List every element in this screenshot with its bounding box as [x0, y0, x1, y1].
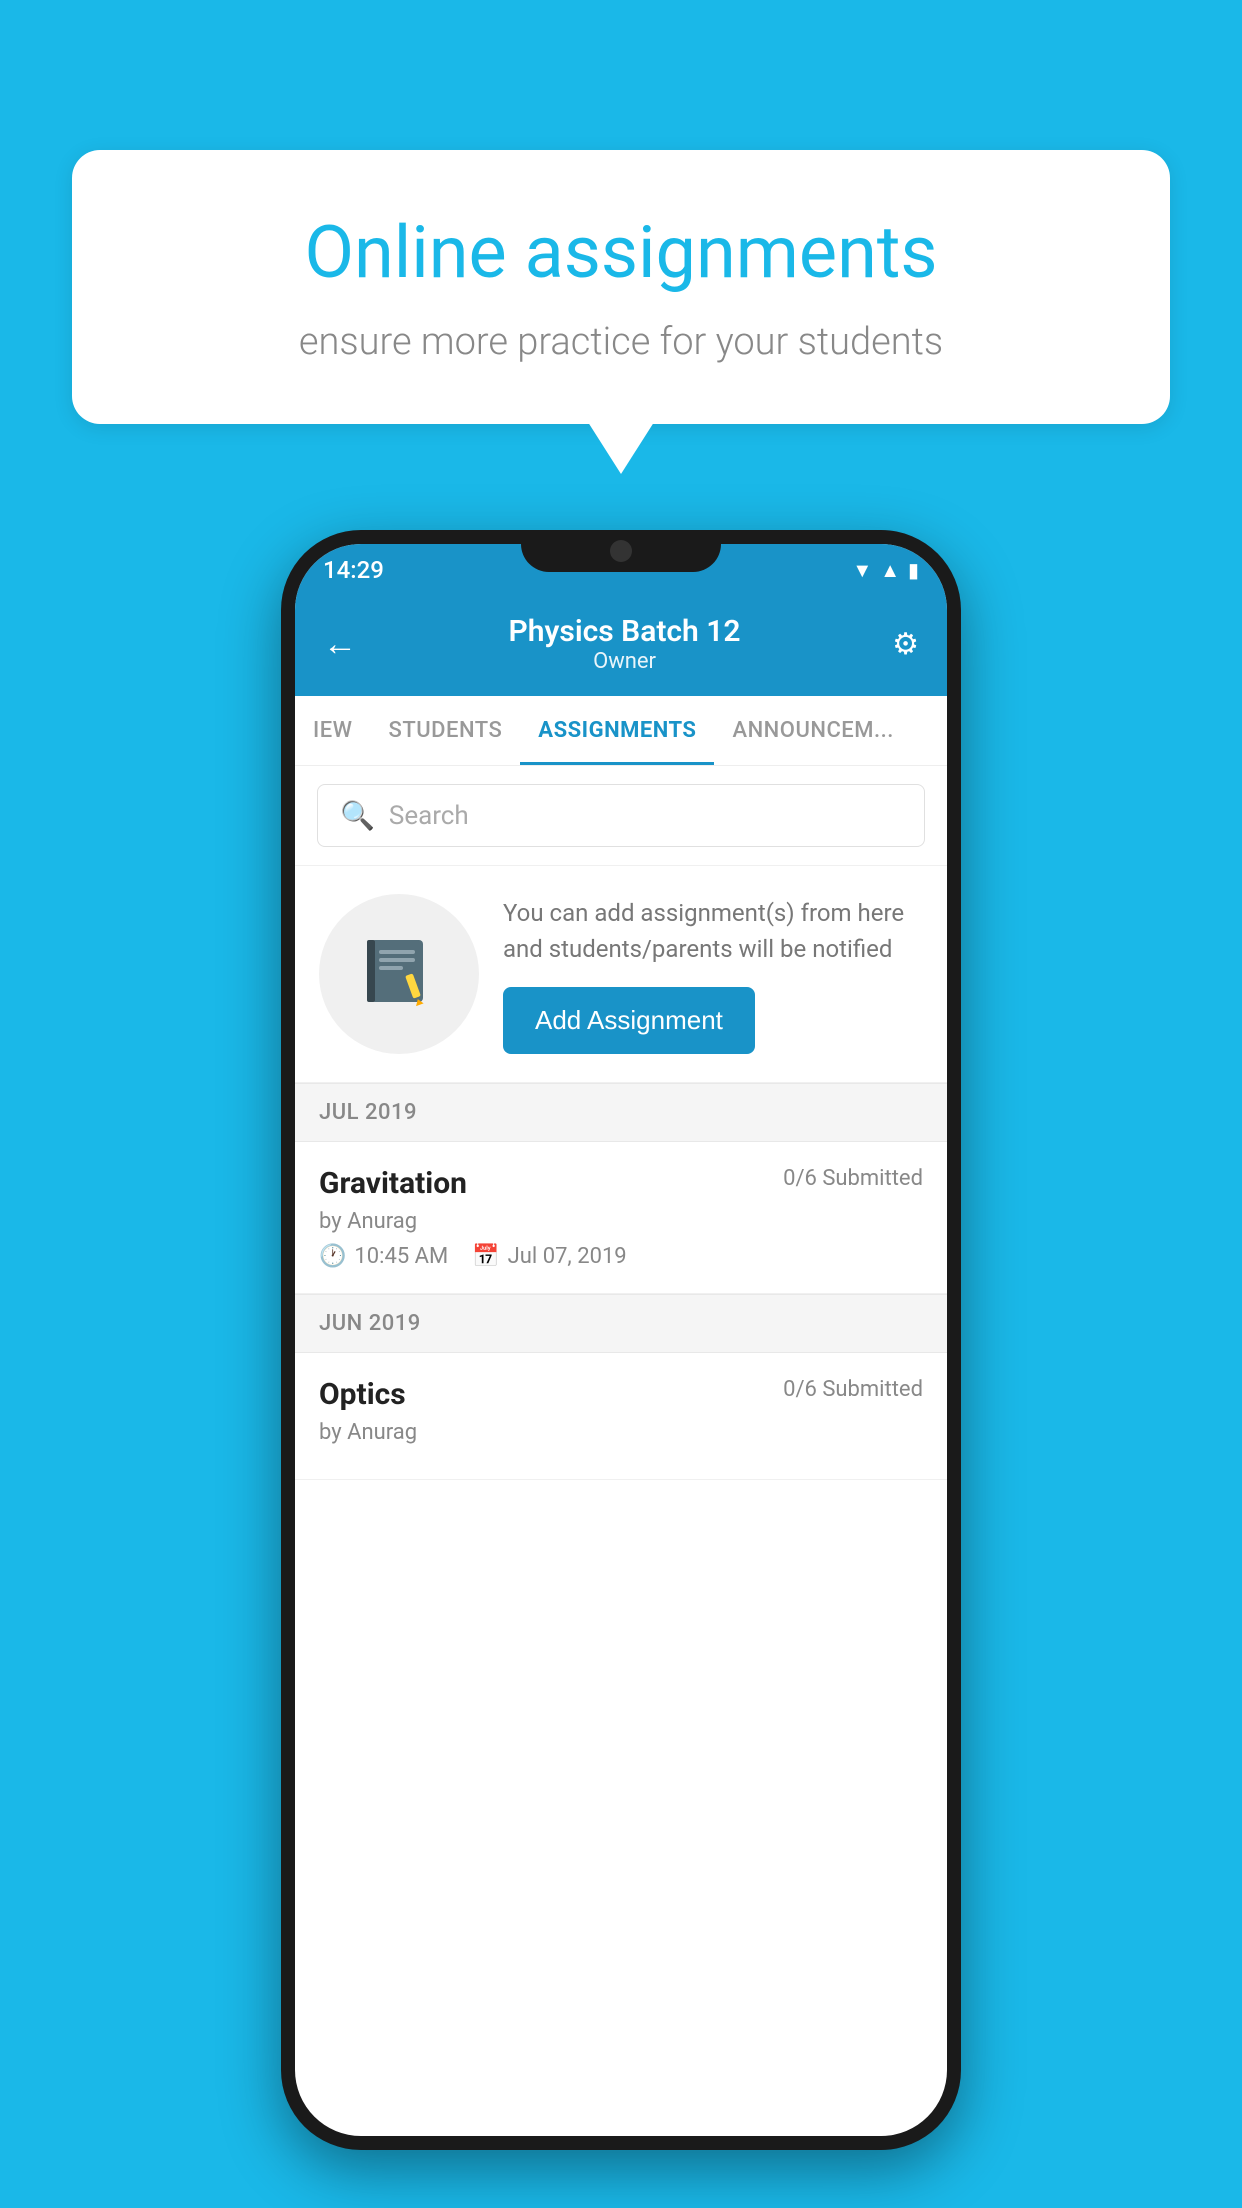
add-assignment-button[interactable]: Add Assignment — [503, 987, 755, 1054]
assignment-author-gravitation: by Anurag — [319, 1209, 923, 1234]
search-placeholder: Search — [389, 801, 469, 831]
promo-content: You can add assignment(s) from here and … — [503, 895, 923, 1054]
header-title: Physics Batch 12 — [509, 614, 741, 649]
header-subtitle: Owner — [509, 649, 741, 674]
phone-camera — [610, 540, 632, 562]
signal-icon: ▲ — [880, 558, 900, 583]
section-header-jun-label: JUN 2019 — [319, 1311, 421, 1336]
assignment-title-optics: Optics — [319, 1377, 406, 1412]
calendar-icon: 📅 — [472, 1244, 499, 1269]
assignment-date-value: Jul 07, 2019 — [508, 1244, 627, 1269]
speech-bubble: Online assignments ensure more practice … — [72, 150, 1170, 424]
tab-assignments[interactable]: ASSIGNMENTS — [520, 696, 714, 765]
status-time: 14:29 — [323, 556, 384, 584]
section-header-jul: JUL 2019 — [295, 1083, 947, 1142]
speech-bubble-title: Online assignments — [144, 210, 1098, 296]
tab-students[interactable]: STUDENTS — [371, 696, 521, 765]
assignment-submitted-optics: 0/6 Submitted — [783, 1377, 923, 1402]
assignment-item-optics[interactable]: Optics 0/6 Submitted by Anurag — [295, 1353, 947, 1480]
status-icons: ▼ ▲ ▮ — [852, 558, 919, 583]
assignment-submitted-gravitation: 0/6 Submitted — [783, 1166, 923, 1191]
assignment-author-optics: by Anurag — [319, 1420, 923, 1445]
speech-bubble-container: Online assignments ensure more practice … — [72, 150, 1170, 424]
phone-frame: 14:29 ▼ ▲ ▮ ← Physics Batch 12 Owner ⚙ I… — [281, 530, 961, 2150]
promo-section: You can add assignment(s) from here and … — [295, 866, 947, 1083]
phone-screen: 14:29 ▼ ▲ ▮ ← Physics Batch 12 Owner ⚙ I… — [295, 544, 947, 2136]
header-title-group: Physics Batch 12 Owner — [509, 614, 741, 674]
assignment-header-row-optics: Optics 0/6 Submitted — [319, 1377, 923, 1412]
assignment-meta-gravitation: 🕐 10:45 AM 📅 Jul 07, 2019 — [319, 1244, 923, 1269]
settings-icon[interactable]: ⚙ — [892, 627, 919, 662]
assignment-title-gravitation: Gravitation — [319, 1166, 467, 1201]
assignment-time-value: 10:45 AM — [354, 1244, 448, 1269]
search-bar[interactable]: 🔍 Search — [317, 784, 925, 847]
search-icon: 🔍 — [340, 799, 375, 832]
clock-icon: 🕐 — [319, 1244, 346, 1269]
app-header: ← Physics Batch 12 Owner ⚙ — [295, 596, 947, 696]
wifi-icon: ▼ — [852, 558, 872, 583]
search-container: 🔍 Search — [295, 766, 947, 866]
speech-bubble-subtitle: ensure more practice for your students — [144, 320, 1098, 364]
phone-notch — [521, 530, 721, 572]
assignment-header-row: Gravitation 0/6 Submitted — [319, 1166, 923, 1201]
tab-iew[interactable]: IEW — [295, 696, 371, 765]
battery-icon: ▮ — [908, 558, 919, 582]
promo-text: You can add assignment(s) from here and … — [503, 895, 923, 967]
assignment-date-gravitation: 📅 Jul 07, 2019 — [472, 1244, 626, 1269]
section-header-jul-label: JUL 2019 — [319, 1100, 417, 1125]
tabs-bar: IEW STUDENTS ASSIGNMENTS ANNOUNCEM... — [295, 696, 947, 766]
notebook-icon — [359, 932, 439, 1016]
back-button[interactable]: ← — [323, 624, 357, 664]
promo-icon-circle — [319, 894, 479, 1054]
tab-announcements[interactable]: ANNOUNCEM... — [714, 696, 911, 765]
section-header-jun: JUN 2019 — [295, 1294, 947, 1353]
assignment-item-gravitation[interactable]: Gravitation 0/6 Submitted by Anurag 🕐 10… — [295, 1142, 947, 1294]
assignment-time-gravitation: 🕐 10:45 AM — [319, 1244, 448, 1269]
